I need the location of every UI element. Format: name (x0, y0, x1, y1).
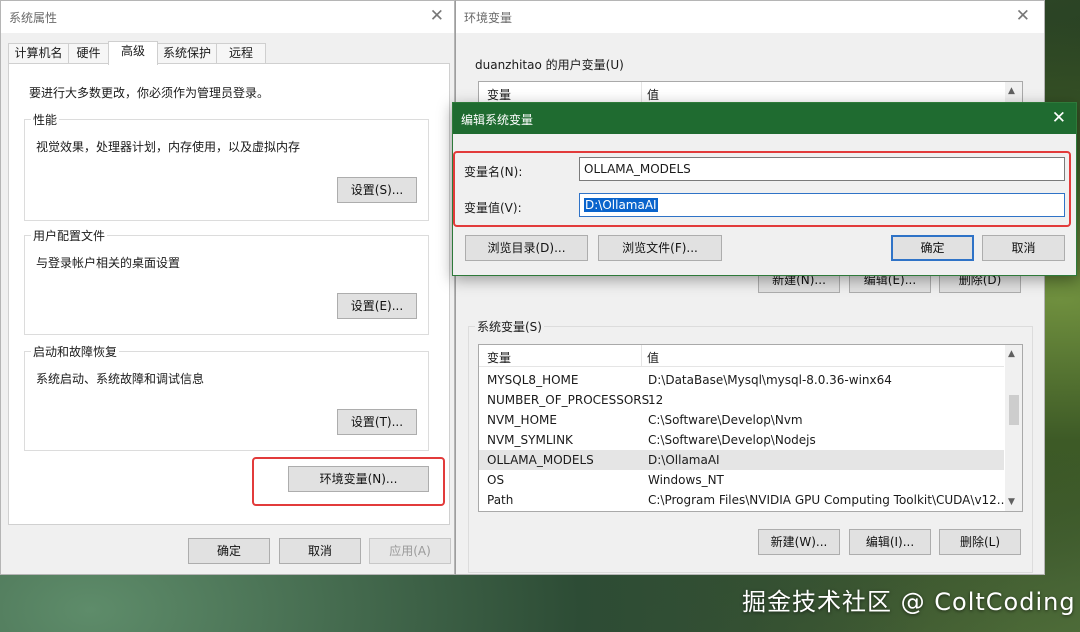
user-profiles-legend: 用户配置文件 (31, 227, 108, 244)
tab-hardware[interactable]: 硬件 (68, 43, 109, 64)
table-row-selected[interactable]: OLLAMA_MODELS D:\OllamaAI (479, 450, 1004, 470)
variable-value: C:\Software\Develop\Nodejs (648, 433, 816, 447)
scroll-up-icon[interactable]: ▲ (1008, 86, 1015, 96)
system-edit-button[interactable]: 编辑(I)... (849, 529, 931, 555)
list-header: 变量 值 (479, 345, 1004, 367)
system-properties-window: 系统属性 ✕ 计算机名 硬件 高级 系统保护 远程 要进行大多数更改，你必须作为… (0, 0, 455, 575)
scroll-up-icon[interactable]: ▲ (1008, 349, 1015, 359)
user-profiles-settings-button[interactable]: 设置(E)... (337, 293, 417, 319)
table-row[interactable]: NUMBER_OF_PROCESSORS 12 (479, 390, 1004, 410)
ok-button[interactable]: 确定 (891, 235, 974, 261)
close-icon[interactable]: ✕ (430, 6, 444, 26)
cancel-button[interactable]: 取消 (279, 538, 361, 564)
variable-value: Windows_NT (648, 473, 724, 487)
scrollbar[interactable]: ▲ ▼ (1005, 345, 1022, 511)
column-value[interactable]: 值 (647, 349, 659, 366)
startup-recovery-settings-button[interactable]: 设置(T)... (337, 409, 417, 435)
title-bar: 编辑系统变量 ✕ (453, 103, 1076, 134)
close-icon[interactable]: ✕ (1016, 6, 1030, 26)
variable-name: NVM_SYMLINK (487, 433, 573, 447)
performance-desc: 视觉效果，处理器计划，内存使用，以及虚拟内存 (36, 140, 301, 154)
window-title: 系统属性 (9, 11, 58, 25)
variable-name: NVM_HOME (487, 413, 557, 427)
variable-name: Path (487, 493, 514, 507)
table-row[interactable]: Path C:\Program Files\NVIDIA GPU Computi… (479, 490, 1012, 510)
scroll-down-icon[interactable]: ▼ (1008, 497, 1015, 507)
system-variables-legend: 系统变量(S) (475, 318, 544, 335)
system-delete-button[interactable]: 删除(L) (939, 529, 1021, 555)
cancel-button[interactable]: 取消 (982, 235, 1065, 261)
variable-value: D:\OllamaAI (648, 453, 720, 467)
env-button-highlight (252, 457, 445, 506)
advanced-tab-panel: 要进行大多数更改，你必须作为管理员登录。 性能 视觉效果，处理器计划，内存使用，… (8, 63, 450, 525)
table-row[interactable]: NVM_SYMLINK C:\Software\Develop\Nodejs (479, 430, 1004, 450)
variable-name: OLLAMA_MODELS (487, 453, 594, 467)
startup-recovery-legend: 启动和故障恢复 (31, 343, 120, 360)
admin-note: 要进行大多数更改，你必须作为管理员登录。 (29, 86, 270, 100)
browse-directory-button[interactable]: 浏览目录(D)... (465, 235, 588, 261)
edit-system-variable-dialog: 编辑系统变量 ✕ 变量名(N): OLLAMA_MODELS 变量值(V): D… (452, 102, 1077, 276)
variable-value: C:\Program Files\NVIDIA GPU Computing To… (648, 493, 1013, 507)
table-row[interactable]: MYSQL8_HOME D:\DataBase\Mysql\mysql-8.0.… (479, 370, 1004, 390)
startup-recovery-group: 启动和故障恢复 系统启动、系统故障和调试信息 设置(T)... (24, 343, 429, 451)
column-variable[interactable]: 变量 (487, 349, 511, 366)
performance-settings-button[interactable]: 设置(S)... (337, 177, 417, 203)
variable-name: OS (487, 473, 505, 487)
tab-advanced[interactable]: 高级 (108, 41, 158, 65)
performance-group: 性能 视觉效果，处理器计划，内存使用，以及虚拟内存 设置(S)... (24, 111, 429, 221)
column-divider (641, 345, 642, 367)
dialog-title: 编辑系统变量 (461, 113, 534, 127)
column-value[interactable]: 值 (647, 86, 659, 103)
startup-recovery-desc: 系统启动、系统故障和调试信息 (36, 372, 205, 386)
performance-legend: 性能 (31, 111, 60, 128)
table-row[interactable]: NVM_HOME C:\Software\Develop\Nvm (479, 410, 1004, 430)
window-title: 环境变量 (464, 11, 513, 25)
tab-system-protection[interactable]: 系统保护 (157, 43, 217, 64)
variable-value: D:\DataBase\Mysql\mysql-8.0.36-winx64 (648, 373, 892, 387)
variable-name: NUMBER_OF_PROCESSORS (487, 393, 650, 407)
scroll-thumb[interactable] (1009, 395, 1019, 425)
user-variables-label: duanzhitao 的用户变量(U) (475, 58, 624, 72)
environment-variables-window: 环境变量 ✕ duanzhitao 的用户变量(U) 变量 值 ▲ 新建(N).… (455, 0, 1045, 575)
list-header: 变量 值 (479, 82, 1004, 104)
column-variable[interactable]: 变量 (487, 86, 511, 103)
table-row[interactable]: OS Windows_NT (479, 470, 1004, 490)
column-divider (641, 82, 642, 104)
variable-name: MYSQL8_HOME (487, 373, 579, 387)
variable-value: C:\Software\Develop\Nvm (648, 413, 803, 427)
user-profiles-desc: 与登录帐户相关的桌面设置 (36, 256, 181, 270)
system-new-button[interactable]: 新建(W)... (758, 529, 840, 555)
tab-remote[interactable]: 远程 (216, 43, 266, 64)
browse-file-button[interactable]: 浏览文件(F)... (598, 235, 722, 261)
apply-button[interactable]: 应用(A) (369, 538, 451, 564)
watermark: 掘金技术社区 @ ColtCoding (742, 588, 1076, 616)
fields-highlight (453, 151, 1071, 227)
title-bar: 系统属性 ✕ (1, 1, 454, 33)
ok-button[interactable]: 确定 (188, 538, 270, 564)
user-profiles-group: 用户配置文件 与登录帐户相关的桌面设置 设置(E)... (24, 227, 429, 335)
variable-value: 12 (648, 393, 664, 407)
tab-computer-name[interactable]: 计算机名 (8, 43, 69, 64)
system-variables-list[interactable]: 变量 值 MYSQL8_HOME D:\DataBase\Mysql\mysql… (478, 344, 1023, 512)
title-bar: 环境变量 ✕ (456, 1, 1044, 33)
close-icon[interactable]: ✕ (1052, 108, 1066, 128)
